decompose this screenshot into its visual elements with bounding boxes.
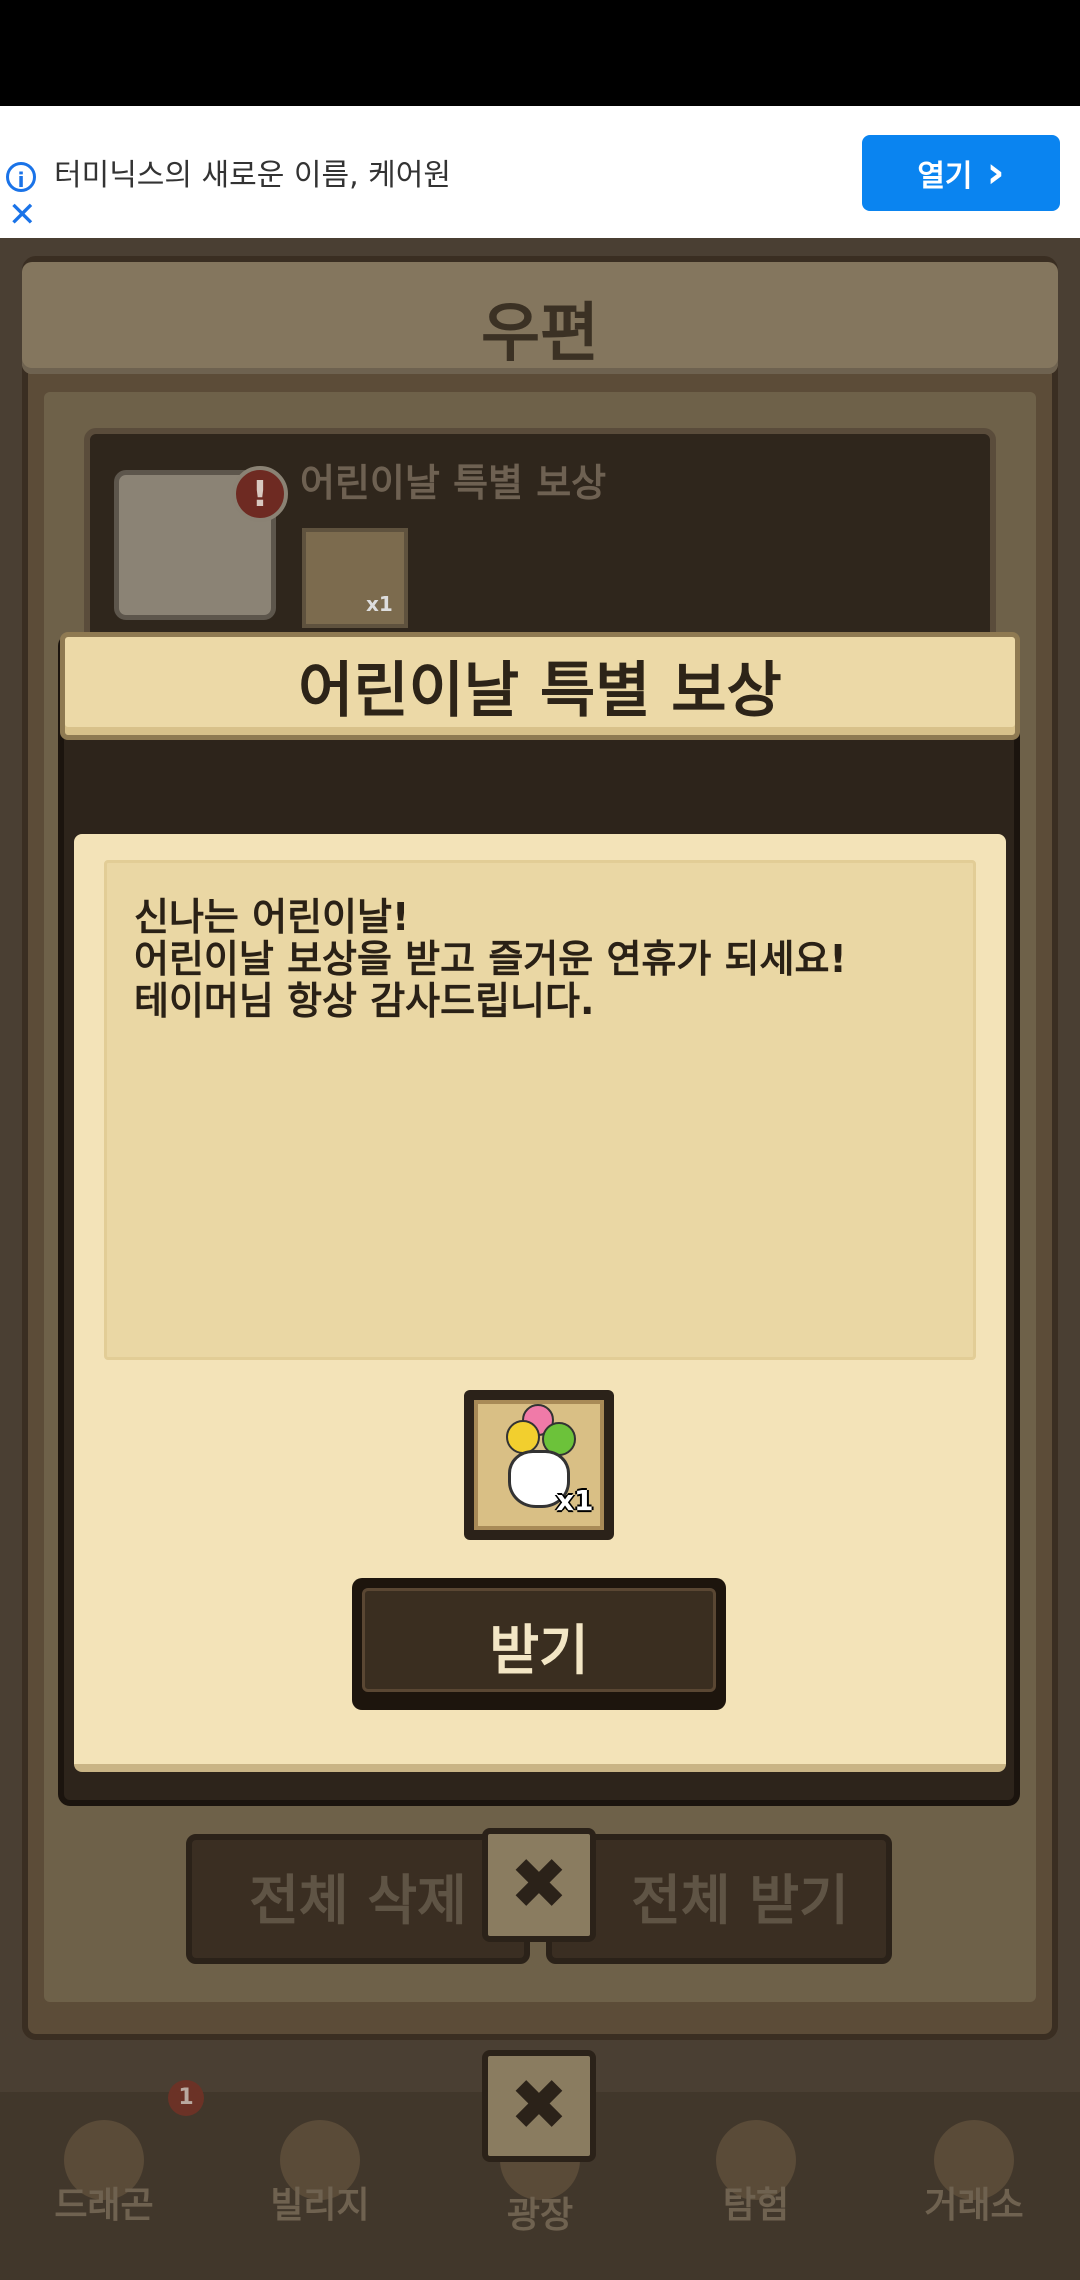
popup-title: 어린이날 특별 보상 [298,656,782,726]
ad-open-button[interactable]: 열기 › [862,135,1060,211]
notification-badge: 1 [168,2080,204,2116]
close-button[interactable]: ✖ [482,2050,596,2162]
status-bar [0,0,1080,106]
chevron-right-icon: › [986,147,1005,198]
info-icon[interactable]: i [6,162,36,192]
mail-item-title: 어린이날 특별 보상 [300,461,607,505]
nav-label-plaza: 광장 [506,2195,574,2236]
reward-qty: x1 [556,1484,594,1517]
nav-label-exchange: 거래소 [924,2185,1024,2226]
ad-text[interactable]: 터미닉스의 새로운 이름, 케어원 [54,150,451,194]
alert-icon: ! [232,466,288,522]
nav-label-village: 빌리지 [270,2185,370,2226]
receive-button-label[interactable]: 받기 [352,1606,726,1685]
mail-title: 우편 [481,297,599,371]
balloon-icon [506,1420,540,1454]
ad-open-label: 열기 [917,159,973,194]
close-icon[interactable]: ✕ [8,198,37,232]
nav-label-dragon: 드래곤 [54,2185,154,2226]
mail-close-button[interactable]: ✖ [482,1828,596,1942]
mail-item-reward-qty: x1 [366,592,393,616]
receive-all-label: 전체 받기 [631,1869,849,1932]
delete-all-label: 전체 삭제 [249,1869,467,1932]
message-line: 테이머님 항상 감사드립니다. [134,979,595,1023]
nav-label-explore: 탐험 [722,2185,790,2226]
